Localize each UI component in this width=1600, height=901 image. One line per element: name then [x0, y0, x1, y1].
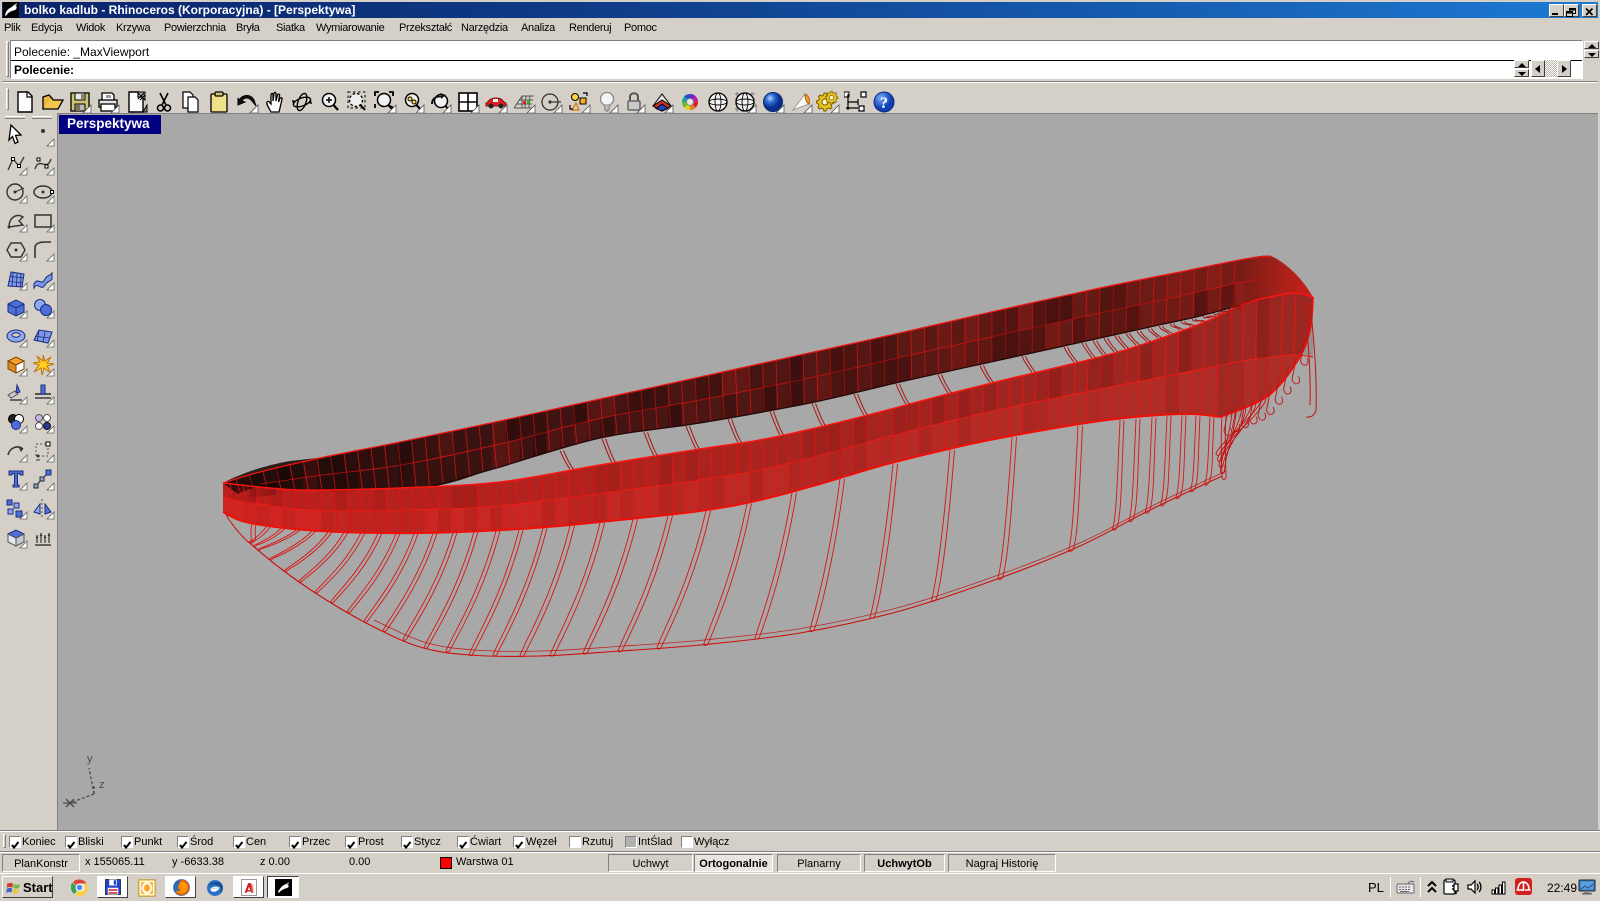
svg-text:?: ? [880, 95, 888, 112]
